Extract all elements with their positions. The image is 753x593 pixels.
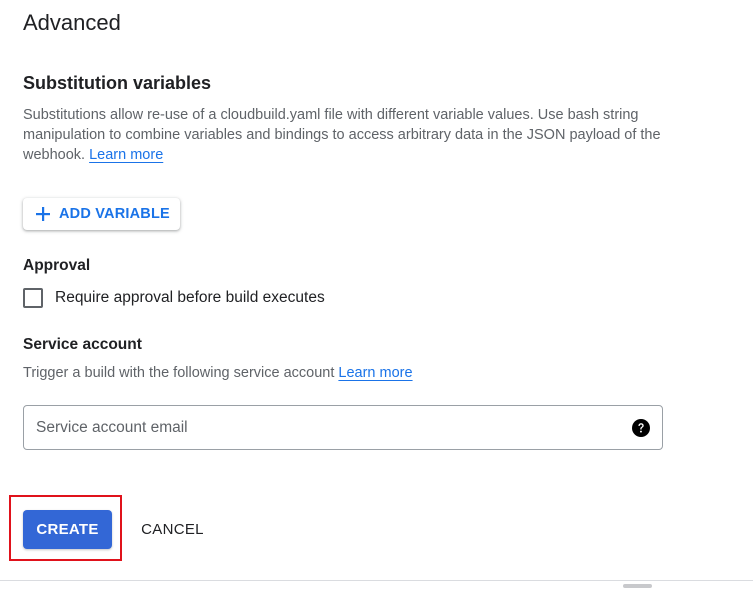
bottom-divider	[0, 580, 753, 581]
service-account-email-field[interactable]	[23, 405, 663, 450]
require-approval-label[interactable]: Require approval before build executes	[55, 289, 325, 307]
substitution-description: Substitutions allow re-use of a cloudbui…	[23, 105, 683, 165]
add-variable-label: ADD VARIABLE	[59, 206, 170, 222]
create-button[interactable]: CREATE	[23, 510, 112, 549]
scroll-handle[interactable]	[623, 584, 652, 588]
approval-heading: Approval	[23, 257, 91, 274]
service-account-heading: Service account	[23, 336, 142, 353]
approval-checkbox-row[interactable]: Require approval before build executes	[23, 287, 325, 309]
help-circle-icon[interactable]	[632, 418, 650, 437]
require-approval-checkbox[interactable]	[23, 288, 43, 308]
add-variable-button[interactable]: ADD VARIABLE	[23, 198, 180, 230]
plus-icon	[36, 207, 50, 221]
advanced-settings-panel: Advanced Substitution variables Substitu…	[0, 0, 753, 593]
service-account-description-text: Trigger a build with the following servi…	[23, 365, 335, 381]
service-account-learn-more-link[interactable]: Learn more	[338, 365, 412, 381]
service-account-email-input[interactable]	[36, 418, 624, 437]
service-account-description: Trigger a build with the following servi…	[23, 363, 413, 383]
advanced-heading: Advanced	[23, 10, 121, 35]
substitution-variables-heading: Substitution variables	[23, 73, 212, 93]
cancel-button[interactable]: CANCEL	[128, 510, 217, 549]
substitution-learn-more-link[interactable]: Learn more	[89, 147, 163, 163]
